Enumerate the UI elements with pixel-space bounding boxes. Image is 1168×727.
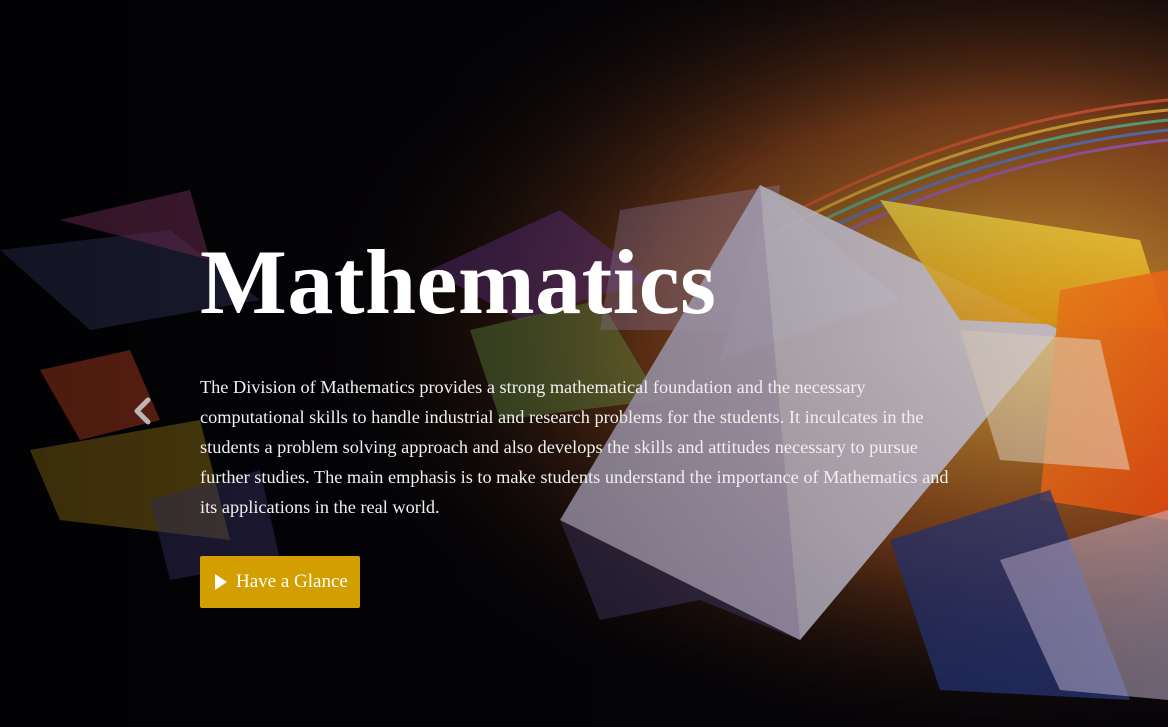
chevron-left-icon	[134, 397, 151, 425]
hero-slider: Mathematics The Division of Mathematics …	[0, 0, 1168, 727]
cta-label: Have a Glance	[236, 571, 348, 592]
hero-content: Mathematics The Division of Mathematics …	[200, 228, 960, 608]
hero-title: Mathematics	[200, 231, 717, 333]
have-a-glance-button[interactable]: Have a Glance	[200, 556, 360, 608]
play-icon	[215, 574, 227, 590]
carousel-prev-button[interactable]	[128, 394, 158, 428]
hero-description: The Division of Mathematics provides a s…	[200, 377, 949, 517]
